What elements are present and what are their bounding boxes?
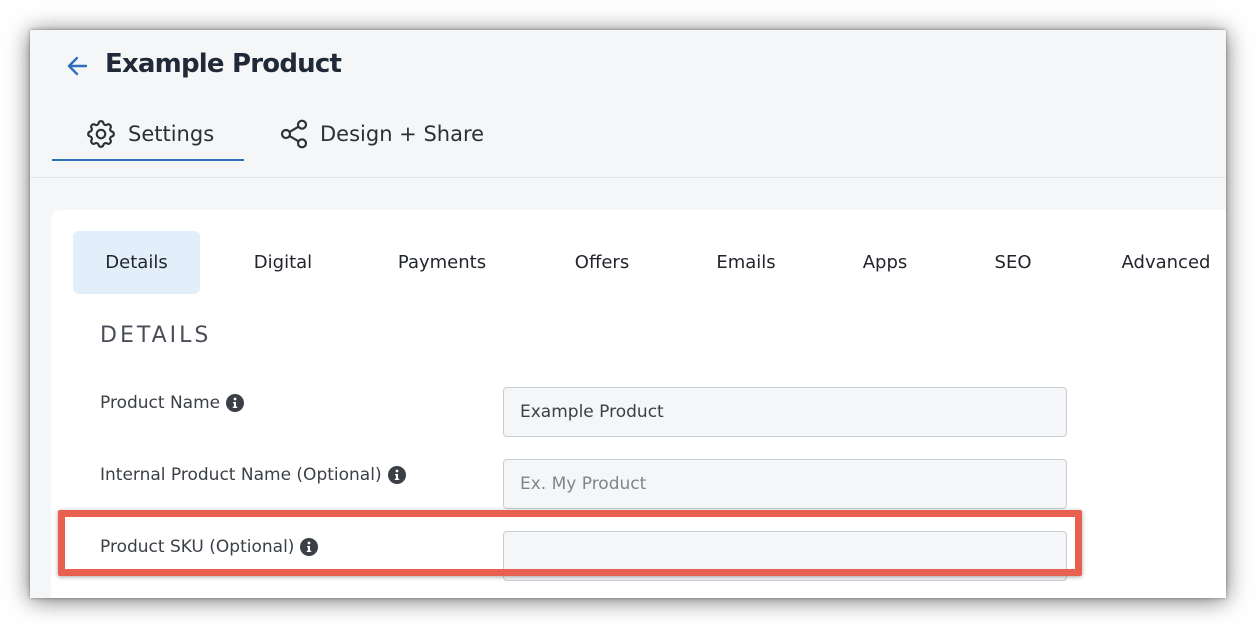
subtab-emails[interactable]: Emails xyxy=(701,231,791,294)
subtab-payments[interactable]: Payments xyxy=(382,231,502,294)
highlight-box xyxy=(58,510,1082,576)
internal-name-label: Internal Product Name (Optional) xyxy=(100,465,406,485)
section-heading: DETAILS xyxy=(100,323,212,348)
subtab-digital[interactable]: Digital xyxy=(233,231,333,294)
tab-design-share[interactable]: Design + Share xyxy=(278,108,484,160)
subtab-offers[interactable]: Offers xyxy=(556,231,648,294)
back-button[interactable] xyxy=(64,52,92,80)
internal-name-label-text: Internal Product Name (Optional) xyxy=(100,465,382,485)
tab-design-share-label: Design + Share xyxy=(320,122,485,146)
header-divider xyxy=(30,177,1226,178)
subtab-advanced[interactable]: Advanced xyxy=(1111,231,1221,294)
internal-name-input[interactable] xyxy=(503,459,1067,509)
gear-icon xyxy=(87,120,115,148)
product-name-label-text: Product Name xyxy=(100,393,221,413)
page-title: Example Product xyxy=(105,49,342,79)
product-name-input[interactable] xyxy=(503,387,1067,437)
active-tab-indicator xyxy=(52,159,244,161)
tab-settings-label: Settings xyxy=(128,122,215,146)
arrow-left-icon xyxy=(67,56,88,76)
tab-settings[interactable]: Settings xyxy=(52,108,244,160)
subtab-seo[interactable]: SEO xyxy=(976,231,1050,294)
subtab-apps[interactable]: Apps xyxy=(845,231,925,294)
share-icon xyxy=(280,119,308,149)
info-icon[interactable] xyxy=(387,466,406,484)
product-name-label: Product Name xyxy=(100,393,245,413)
subtab-details[interactable]: Details xyxy=(73,231,200,294)
info-icon[interactable] xyxy=(226,394,245,412)
